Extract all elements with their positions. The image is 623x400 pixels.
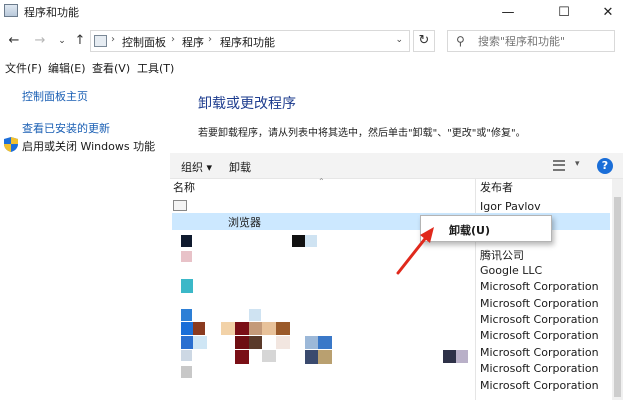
redacted-program-icon — [181, 235, 192, 247]
redacted-program-name — [235, 336, 249, 349]
title-bar: 程序和功能 — ☐ ✕ — [0, 0, 623, 24]
recent-locations-chevron-icon[interactable]: ⌄ — [54, 32, 70, 50]
scrollbar-thumb[interactable] — [614, 197, 621, 397]
redacted-program-name — [305, 336, 318, 349]
redacted-program-name — [305, 350, 318, 364]
program-name[interactable]: 浏览器 — [228, 214, 261, 230]
navigation-row: ← → ⌄ ↑ › 控制面板 › 程序 › 程序和功能 ⌄ ↻ ⚲ — [0, 28, 623, 54]
forward-arrow-icon[interactable]: → — [32, 32, 48, 50]
breadcrumb-separator: › — [171, 34, 175, 45]
view-installed-updates-link[interactable]: 查看已安装的更新 — [22, 120, 110, 136]
redacted-program-name — [318, 336, 332, 349]
close-button[interactable]: ✕ — [585, 0, 623, 24]
publisher-cell: Igor Pavlov — [480, 200, 541, 213]
redacted-program-name — [193, 322, 205, 335]
list-scrollbar[interactable] — [612, 179, 623, 400]
redacted-program-name — [276, 336, 290, 349]
redacted-program-icon — [181, 366, 192, 378]
redacted-program-icon — [181, 279, 193, 293]
redacted-program-name — [262, 322, 276, 335]
menu-view[interactable]: 查看(V) — [92, 60, 130, 76]
up-arrow-icon[interactable]: ↑ — [72, 32, 88, 50]
breadcrumb-separator: › — [111, 34, 115, 45]
redacted-program-icon — [181, 322, 193, 335]
view-details-icon[interactable] — [553, 160, 565, 171]
address-bar[interactable]: › 控制面板 › 程序 › 程序和功能 ⌄ — [90, 30, 410, 52]
publisher-cell: Microsoft Corporation — [480, 297, 599, 310]
redacted-program-icon — [181, 251, 192, 262]
redacted-program-name — [305, 235, 317, 247]
control-panel-app-icon — [4, 4, 18, 17]
refresh-button[interactable]: ↻ — [413, 30, 435, 52]
help-icon[interactable]: ? — [597, 158, 613, 174]
redacted-program-name — [235, 322, 249, 335]
maximize-button[interactable]: ☐ — [541, 0, 587, 24]
minimize-button[interactable]: — — [485, 0, 531, 24]
redacted-program-name — [262, 350, 276, 362]
redacted-program-icon — [181, 336, 193, 349]
column-header-publisher[interactable]: 发布者 — [480, 179, 513, 197]
redacted-program-name — [193, 336, 207, 349]
uninstall-toolbar-button[interactable]: 卸载 — [229, 159, 251, 175]
publisher-cell: Microsoft Corporation — [480, 379, 599, 392]
windows-features-link[interactable]: 启用或关闭 Windows 功能 — [22, 138, 155, 154]
organize-button[interactable]: 组织 ▾ — [181, 159, 212, 175]
redacted-program-name — [249, 309, 261, 321]
publisher-cell: Microsoft Corporation — [480, 346, 599, 359]
publisher-cell: 腾讯公司 — [480, 249, 524, 262]
publisher-cell: Google LLC — [480, 264, 543, 277]
redacted-program-name — [249, 336, 262, 349]
menu-edit[interactable]: 编辑(E) — [48, 60, 86, 76]
redacted-program-icon — [181, 350, 192, 361]
redacted-program-name — [235, 350, 249, 364]
control-panel-icon — [94, 35, 107, 47]
address-dropdown-icon[interactable]: ⌄ — [395, 35, 403, 45]
command-toolbar: 组织 ▾ 卸载 ▾ ? — [170, 153, 623, 179]
breadcrumb-control-panel[interactable]: 控制面板 — [122, 34, 166, 50]
annotation-arrow-icon — [396, 227, 434, 275]
redacted-program-name — [443, 350, 456, 363]
program-icon — [173, 200, 187, 211]
publisher-cell: Microsoft Corporation — [480, 280, 599, 293]
window-title: 程序和功能 — [24, 6, 79, 19]
breadcrumb-separator: › — [208, 34, 212, 45]
column-header-name[interactable]: 名称 — [173, 179, 195, 197]
page-title: 卸载或更改程序 — [198, 96, 296, 112]
search-icon: ⚲ — [456, 34, 465, 48]
publisher-cell: Microsoft Corporation — [480, 362, 599, 375]
context-menu-uninstall[interactable]: 卸载(U) — [449, 222, 490, 238]
publisher-cell: Microsoft Corporation — [480, 329, 599, 342]
breadcrumb-programs-features[interactable]: 程序和功能 — [220, 34, 275, 50]
uac-shield-icon — [4, 137, 18, 152]
redacted-program-name — [221, 322, 235, 335]
redacted-program-name — [318, 350, 332, 364]
left-task-panel: 控制面板主页 查看已安装的更新 启用或关闭 Windows 功能 — [0, 78, 170, 400]
search-box[interactable]: ⚲ — [447, 30, 615, 52]
view-options-chevron-icon[interactable]: ▾ — [575, 159, 580, 169]
redacted-program-name — [249, 322, 262, 335]
menu-file[interactable]: 文件(F) — [5, 60, 42, 76]
back-arrow-icon[interactable]: ← — [6, 32, 22, 50]
sort-ascending-icon: ⌃ — [318, 177, 325, 186]
page-description: 若要卸载程序，请从列表中将其选中，然后单击"卸载"、"更改"或"修复"。 — [198, 128, 526, 139]
redacted-program-name — [292, 235, 305, 247]
publisher-cell: Microsoft Corporation — [480, 313, 599, 326]
control-panel-home-link[interactable]: 控制面板主页 — [22, 88, 88, 104]
menu-bar: 文件(F) 编辑(E) 查看(V) 工具(T) — [0, 58, 623, 76]
search-input[interactable] — [478, 33, 608, 49]
redacted-program-icon — [181, 309, 192, 321]
redacted-program-name — [276, 322, 290, 335]
menu-tools[interactable]: 工具(T) — [137, 60, 174, 76]
breadcrumb-programs[interactable]: 程序 — [182, 34, 204, 50]
redacted-program-name — [456, 350, 468, 363]
